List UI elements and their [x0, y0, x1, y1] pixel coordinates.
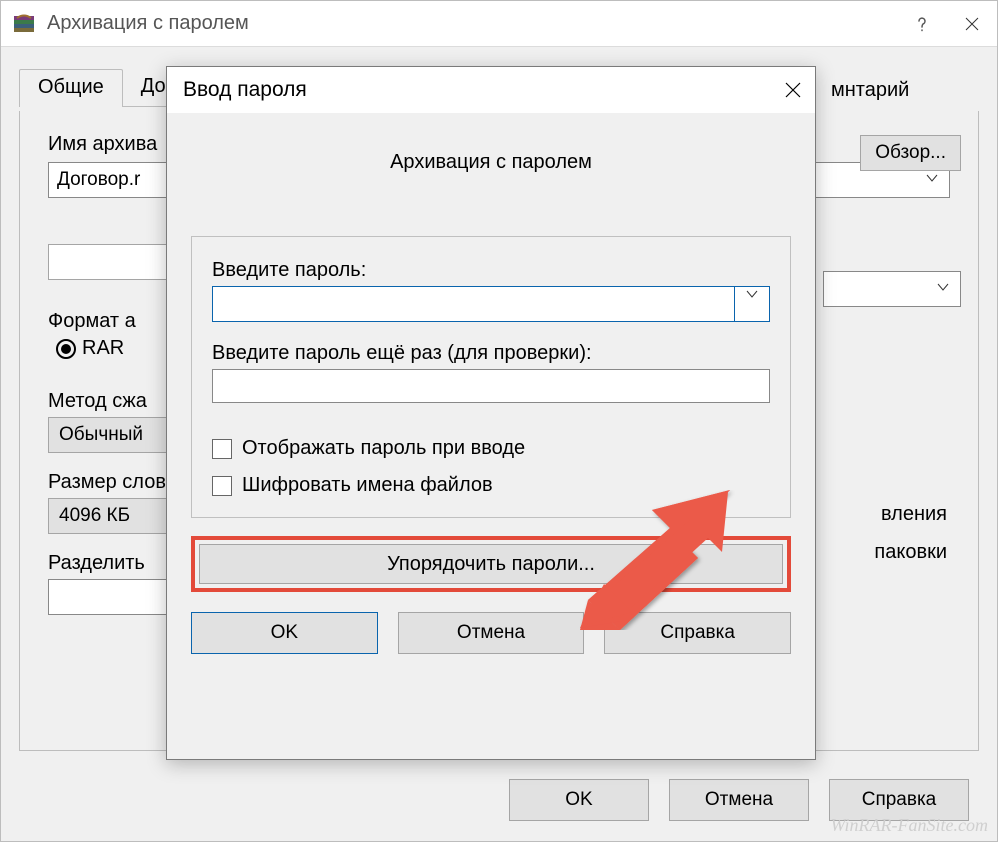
password-dialog: Ввод пароля Архивация с паролем Введите … [166, 66, 816, 760]
split-input[interactable] [48, 579, 178, 615]
enter-password-label: Введите пароль: [212, 259, 770, 282]
encrypt-names-checkbox[interactable]: Шифровать имена файлов [212, 474, 770, 497]
modal-buttons: OK Отмена Справка [191, 612, 791, 654]
cancel-button[interactable]: Отмена [669, 779, 809, 821]
winrar-icon [11, 11, 37, 37]
archive-name-text: Договор.r [57, 169, 140, 191]
tab-comment[interactable]: мнтарий [831, 79, 909, 102]
close-icon[interactable] [947, 1, 997, 47]
chevron-down-icon[interactable] [925, 169, 939, 191]
partial-label-2: паковки [874, 541, 947, 564]
partial-label-1: вления [881, 503, 947, 526]
format-rar-label: RAR [82, 337, 124, 360]
modal-subtitle: Архивация с паролем [167, 151, 815, 174]
titlebar: Архивация с паролем [1, 1, 997, 47]
radio-selected-icon [56, 339, 76, 359]
method-value: Обычный [59, 424, 143, 446]
password-input[interactable] [212, 286, 770, 322]
modal-close-icon[interactable] [771, 67, 815, 113]
window-title: Архивация с паролем [47, 12, 897, 35]
modal-cancel-button[interactable]: Отмена [398, 612, 585, 654]
help-icon[interactable] [897, 1, 947, 47]
modal-titlebar: Ввод пароля [167, 67, 815, 113]
dict-select[interactable]: 4096 КБ [48, 498, 178, 534]
chevron-down-icon[interactable] [745, 287, 759, 306]
confirm-password-label: Введите пароль ещё раз (для проверки): [212, 342, 770, 365]
checkbox-icon [212, 439, 232, 459]
show-password-label: Отображать пароль при вводе [242, 437, 525, 460]
modal-ok-button[interactable]: OK [191, 612, 378, 654]
browse-button[interactable]: Обзор... [860, 135, 961, 171]
ok-button[interactable]: OK [509, 779, 649, 821]
organize-highlight: Упорядочить пароли... [191, 536, 791, 592]
show-password-checkbox[interactable]: Отображать пароль при вводе [212, 437, 770, 460]
chevron-down-icon[interactable] [936, 278, 950, 300]
modal-title: Ввод пароля [183, 78, 771, 102]
organize-passwords-button[interactable]: Упорядочить пароли... [199, 544, 783, 584]
modal-help-button[interactable]: Справка [604, 612, 791, 654]
tab-general[interactable]: Общие [19, 69, 123, 107]
confirm-password-input[interactable] [212, 369, 770, 403]
password-fieldset: Введите пароль: Введите пароль ещё раз (… [191, 236, 791, 518]
encrypt-names-label: Шифровать имена файлов [242, 474, 493, 497]
checkbox-icon [212, 476, 232, 496]
profiles-dropdown[interactable] [48, 244, 178, 280]
dict-value: 4096 КБ [59, 505, 130, 527]
right-dropdown[interactable] [823, 271, 961, 307]
method-select[interactable]: Обычный [48, 417, 178, 453]
watermark: WinRAR-FanSite.com [831, 815, 988, 836]
